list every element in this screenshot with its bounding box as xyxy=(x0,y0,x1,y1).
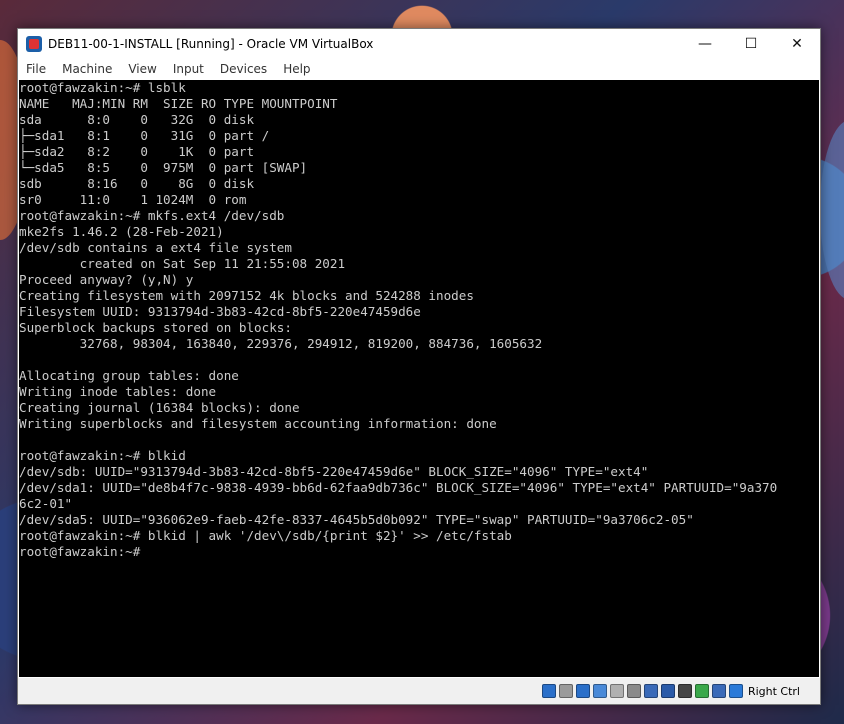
mouse-integration-icon[interactable] xyxy=(728,684,743,698)
terminal-line: Writing superblocks and filesystem accou… xyxy=(19,416,497,431)
terminal-line: /dev/sda1: UUID="de8b4f7c-9838-4939-bb6d… xyxy=(19,480,778,495)
menu-input[interactable]: Input xyxy=(165,62,212,76)
terminal-line: NAME MAJ:MIN RM SIZE RO TYPE MOUNTPOINT xyxy=(19,96,338,111)
terminal-line: root@fawzakin:~# blkid xyxy=(19,448,186,463)
terminal-line: root@fawzakin:~# mkfs.ext4 /dev/sdb xyxy=(19,208,285,223)
terminal-line: Filesystem UUID: 9313794d-3b83-42cd-8bf5… xyxy=(19,304,421,319)
terminal-line: root@fawzakin:~# blkid | awk '/dev\/sdb/… xyxy=(19,528,512,543)
terminal-line: Proceed anyway? (y,N) y xyxy=(19,272,194,287)
status-bar: Right Ctrl xyxy=(18,678,820,704)
terminal-line: sr0 11:0 1 1024M 0 rom xyxy=(19,192,247,207)
guest-additions-icon[interactable] xyxy=(694,684,709,698)
maximize-button[interactable]: ☐ xyxy=(728,29,774,59)
menu-file[interactable]: File xyxy=(18,62,54,76)
display-icon[interactable] xyxy=(643,684,658,698)
menu-view[interactable]: View xyxy=(120,62,164,76)
window-title: DEB11-00-1-INSTALL [Running] - Oracle VM… xyxy=(48,37,374,51)
terminal-line: /dev/sdb contains a ext4 file system xyxy=(19,240,292,255)
terminal-line: Creating filesystem with 2097152 4k bloc… xyxy=(19,288,474,303)
hard-disk-icon[interactable] xyxy=(541,684,556,698)
cpu-icon[interactable] xyxy=(711,684,726,698)
shared-folders-icon[interactable] xyxy=(626,684,641,698)
audio-icon[interactable] xyxy=(575,684,590,698)
terminal-line: /dev/sda5: UUID="936062e9-faeb-42fe-8337… xyxy=(19,512,694,527)
terminal-line: Allocating group tables: done xyxy=(19,368,239,383)
terminal-line: 6c2-01" xyxy=(19,496,73,511)
terminal-line: sdb 8:16 0 8G 0 disk xyxy=(19,176,255,191)
vm-console[interactable]: root@fawzakin:~# lsblk NAME MAJ:MIN RM SI… xyxy=(19,80,819,677)
terminal-line: ├─sda2 8:2 0 1K 0 part xyxy=(19,144,255,159)
terminal-line: Writing inode tables: done xyxy=(19,384,217,399)
network-icon[interactable] xyxy=(592,684,607,698)
menu-machine[interactable]: Machine xyxy=(54,62,120,76)
title-bar[interactable]: DEB11-00-1-INSTALL [Running] - Oracle VM… xyxy=(18,29,820,59)
menu-help[interactable]: Help xyxy=(275,62,318,76)
terminal-line: root@fawzakin:~# xyxy=(19,544,141,559)
minimize-button[interactable]: — xyxy=(682,29,728,59)
terminal-line: mke2fs 1.46.2 (28-Feb-2021) xyxy=(19,224,224,239)
virtualbox-window: DEB11-00-1-INSTALL [Running] - Oracle VM… xyxy=(17,28,821,705)
menu-devices[interactable]: Devices xyxy=(212,62,275,76)
terminal-line: root@fawzakin:~# lsblk xyxy=(19,80,186,95)
virtualbox-app-icon xyxy=(26,36,42,52)
terminal-line: ├─sda1 8:1 0 31G 0 part / xyxy=(19,128,270,143)
close-button[interactable]: ✕ xyxy=(774,29,820,59)
terminal-line: 32768, 98304, 163840, 229376, 294912, 81… xyxy=(19,336,543,351)
terminal-line: Superblock backups stored on blocks: xyxy=(19,320,292,335)
terminal-line: └─sda5 8:5 0 975M 0 part [SWAP] xyxy=(19,160,308,175)
host-key-label[interactable]: Right Ctrl xyxy=(748,685,800,698)
optical-drive-icon[interactable] xyxy=(558,684,573,698)
menu-bar: File Machine View Input Devices Help xyxy=(18,59,820,79)
wallpaper-deco xyxy=(820,120,844,300)
terminal-line: Creating journal (16384 blocks): done xyxy=(19,400,300,415)
video-capture-icon[interactable] xyxy=(660,684,675,698)
recording-icon[interactable] xyxy=(677,684,692,698)
usb-icon[interactable] xyxy=(609,684,624,698)
terminal-line: created on Sat Sep 11 21:55:08 2021 xyxy=(19,256,346,271)
terminal-line: sda 8:0 0 32G 0 disk xyxy=(19,112,255,127)
terminal-line: /dev/sdb: UUID="9313794d-3b83-42cd-8bf5-… xyxy=(19,464,649,479)
window-controls: — ☐ ✕ xyxy=(682,29,820,59)
